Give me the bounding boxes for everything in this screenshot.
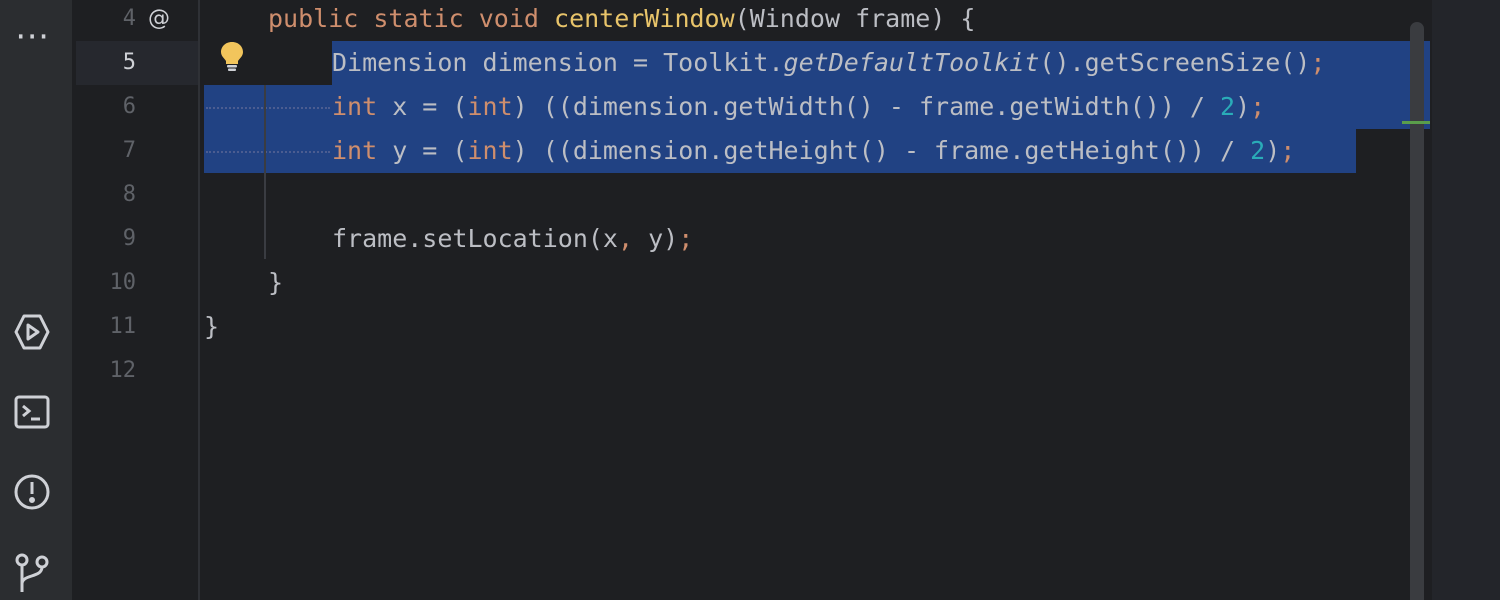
line-number-current: 5 bbox=[122, 50, 136, 75]
code-token: frame.setLocation(x bbox=[332, 224, 618, 253]
code-line-6: int x = (int) ((dimension.getWidth() - f… bbox=[332, 85, 1265, 129]
code-token: ) bbox=[1265, 136, 1281, 165]
whitespace-dots bbox=[206, 107, 330, 111]
keyword: int bbox=[332, 92, 378, 121]
semicolon: ; bbox=[1310, 48, 1326, 77]
line-number: 9 bbox=[122, 226, 136, 251]
code-token: y) bbox=[633, 224, 679, 253]
code-token: ) ((dimension.getHeight() - frame.getHei… bbox=[512, 136, 1251, 165]
code-line-10: } bbox=[268, 261, 283, 305]
keyword: int bbox=[467, 136, 513, 165]
whitespace-dots bbox=[206, 151, 330, 155]
code-line-7: int y = (int) ((dimension.getHeight() - … bbox=[332, 129, 1295, 173]
number-literal: 2 bbox=[1220, 92, 1236, 121]
line-number: 12 bbox=[109, 358, 137, 383]
line-number: 6 bbox=[122, 94, 136, 119]
code-line-4: public static void centerWindow(Window f… bbox=[268, 0, 975, 41]
git-icon[interactable] bbox=[8, 548, 56, 596]
code-token: (Window frame) { bbox=[734, 4, 976, 33]
run-icon[interactable] bbox=[8, 308, 56, 356]
problems-icon[interactable] bbox=[8, 468, 56, 516]
keyword: int bbox=[467, 92, 513, 121]
code-line-9: frame.setLocation(x, y); bbox=[332, 217, 693, 261]
more-glyph: ⋯ bbox=[15, 16, 49, 56]
line-number: 10 bbox=[109, 270, 137, 295]
code-token: ) ((dimension.getWidth() - frame.getWidt… bbox=[512, 92, 1221, 121]
closing-brace: } bbox=[204, 312, 220, 341]
closing-brace: } bbox=[268, 268, 284, 297]
lightbulb-icon[interactable] bbox=[218, 40, 246, 72]
vertical-scrollbar[interactable] bbox=[1410, 22, 1424, 600]
code-token: Dimension dimension = Toolkit. bbox=[332, 48, 784, 77]
line-number: 11 bbox=[109, 314, 137, 339]
method-name: centerWindow bbox=[554, 4, 735, 33]
code-token: ) bbox=[1235, 92, 1251, 121]
line-number: 7 bbox=[122, 138, 136, 163]
change-marker bbox=[1402, 121, 1430, 124]
code-line-11: } bbox=[204, 305, 219, 349]
indent-guide bbox=[264, 85, 266, 259]
keyword: public bbox=[268, 4, 359, 33]
line-number: 8 bbox=[122, 182, 136, 207]
semicolon: ; bbox=[678, 224, 694, 253]
keyword: static bbox=[373, 4, 464, 33]
code-token: y = ( bbox=[377, 136, 468, 165]
code-line-5: Dimension dimension = Toolkit.getDefault… bbox=[332, 41, 1325, 85]
code-token: x = ( bbox=[377, 92, 468, 121]
semicolon: ; bbox=[1280, 136, 1296, 165]
terminal-icon[interactable] bbox=[8, 388, 56, 436]
number-literal: 2 bbox=[1250, 136, 1266, 165]
code-token: ().getScreenSize() bbox=[1039, 48, 1311, 77]
override-marker-icon[interactable]: @ bbox=[148, 6, 170, 31]
keyword: int bbox=[332, 136, 378, 165]
static-method: getDefaultToolkit bbox=[783, 48, 1040, 77]
keyword: void bbox=[478, 4, 539, 33]
line-number: 4 bbox=[122, 6, 136, 31]
more-icon[interactable]: ⋯ bbox=[8, 12, 56, 60]
tool-window-strip: ⋯ bbox=[0, 0, 72, 600]
comma: , bbox=[617, 224, 634, 253]
right-tool-strip bbox=[1432, 0, 1500, 600]
semicolon: ; bbox=[1250, 92, 1266, 121]
